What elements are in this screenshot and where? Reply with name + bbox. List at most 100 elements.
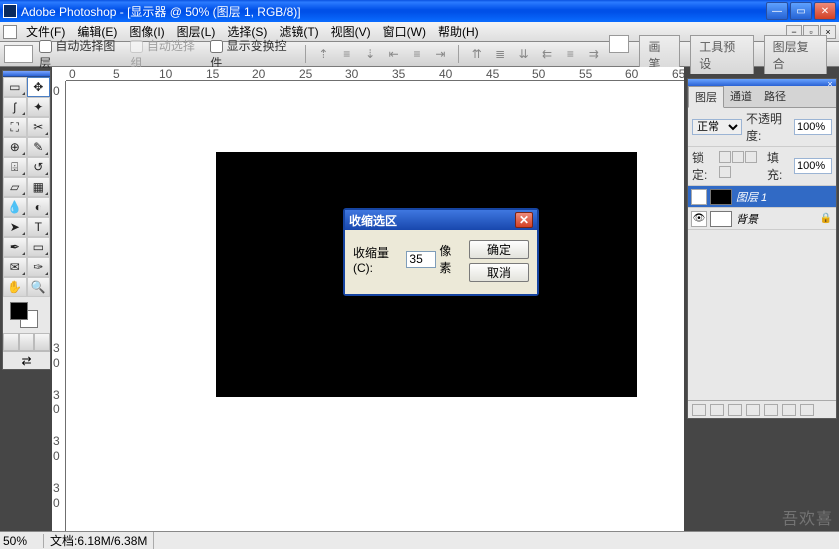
align-top-icon[interactable]: ⇡ [315, 45, 332, 63]
hand-tool[interactable]: ✋ [3, 277, 27, 297]
menu-window[interactable]: 窗口(W) [377, 23, 432, 40]
visibility-icon[interactable]: 👁 [691, 211, 707, 227]
fill-label: 填充: [767, 149, 790, 183]
pen-tool[interactable]: ✒ [3, 237, 27, 257]
status-bar: 50% 文档:6.18M/6.38M [0, 531, 839, 549]
align-bottom-icon[interactable]: ⇣ [362, 45, 379, 63]
heal-tool[interactable]: ⊕ [3, 137, 27, 157]
eyedropper-tool[interactable]: ✑ [27, 257, 51, 277]
app-icon [3, 4, 17, 18]
lock-icons[interactable] [719, 151, 763, 181]
fill-input[interactable] [794, 158, 832, 174]
move-tool[interactable]: ✥ [27, 77, 51, 97]
unit-label: 像素 [439, 242, 461, 276]
dodge-tool[interactable]: ◐ [27, 197, 51, 217]
fullscreen-menu-mode-icon[interactable] [19, 333, 35, 351]
slice-tool[interactable]: ✂ [27, 117, 51, 137]
menu-help[interactable]: 帮助(H) [432, 23, 485, 40]
zoom-value[interactable]: 50% [0, 534, 44, 548]
eraser-tool[interactable]: ▱ [3, 177, 27, 197]
link-icon[interactable] [692, 404, 706, 416]
folder-icon[interactable] [764, 404, 778, 416]
blur-tool[interactable]: 💧 [3, 197, 27, 217]
distribute-left-icon[interactable]: ⇇ [538, 45, 555, 63]
maximize-button[interactable]: ▭ [790, 2, 812, 20]
color-swatches[interactable] [6, 300, 47, 330]
menu-view[interactable]: 视图(V) [325, 23, 377, 40]
brush-tool[interactable]: ✎ [27, 137, 51, 157]
palette-well-icon[interactable] [609, 35, 630, 53]
blend-mode-select[interactable]: 正常 [692, 119, 742, 135]
auto-select-layer-check[interactable]: 自动选择图层 [39, 37, 124, 71]
dialog-titlebar[interactable]: 收缩选区 ✕ [345, 210, 537, 230]
layer-thumb [710, 189, 732, 205]
new-layer-icon[interactable] [782, 404, 796, 416]
layer-name: 图层 1 [736, 189, 767, 205]
visibility-icon[interactable]: 👁 [691, 189, 707, 205]
type-tool[interactable]: T [27, 217, 51, 237]
align-right-icon[interactable]: ⇥ [432, 45, 449, 63]
distribute-top-icon[interactable]: ⇈ [468, 45, 485, 63]
mask-icon[interactable] [728, 404, 742, 416]
distribute-vcenter-icon[interactable]: ≣ [492, 45, 509, 63]
panel-footer [688, 400, 836, 418]
tab-channels[interactable]: 通道 [724, 86, 758, 107]
window-titlebar: Adobe Photoshop - [显示器 @ 50% (图层 1, RGB/… [0, 0, 839, 22]
ruler-vertical: 0 3 0 3 0 3 0 3 0 [52, 81, 66, 531]
wand-tool[interactable]: ✦ [27, 97, 51, 117]
notes-tool[interactable]: ✉ [3, 257, 27, 277]
panel-grip[interactable]: × [688, 79, 836, 86]
fx-icon[interactable] [710, 404, 724, 416]
tab-paths[interactable]: 路径 [758, 86, 792, 107]
zoom-tool[interactable]: 🔍 [27, 277, 51, 297]
tab-layers[interactable]: 图层 [688, 86, 724, 108]
foreground-color[interactable] [10, 302, 28, 320]
cancel-button[interactable]: 取消 [469, 263, 529, 282]
history-brush-tool[interactable]: ↺ [27, 157, 51, 177]
file-info[interactable]: 文档:6.18M/6.38M [44, 532, 154, 549]
show-transform-check[interactable]: 显示变换控件 [210, 37, 295, 71]
standard-mode-icon[interactable] [3, 333, 19, 351]
shape-tool[interactable]: ▭ [27, 237, 51, 257]
layer-name: 背景 [736, 211, 758, 227]
separator [458, 45, 459, 63]
tab-layer-comps[interactable]: 图层复合 [764, 35, 827, 74]
ps-icon [3, 25, 17, 39]
adj-icon[interactable] [746, 404, 760, 416]
align-left-icon[interactable]: ⇤ [385, 45, 402, 63]
panel-close-icon[interactable]: × [824, 79, 836, 86]
ruler-horizontal: 0 5 10 15 20 25 30 35 40 45 50 55 60 65 [66, 67, 684, 81]
lasso-tool[interactable]: ʃ [3, 97, 27, 117]
toolbox: ▭ ✥ ʃ ✦ ⛶ ✂ ⊕ ✎ ⌹ ↺ ▱ ▦ 💧 ◐ ➤ T ✒ ▭ ✉ ✑ … [2, 70, 51, 370]
fullscreen-mode-icon[interactable] [34, 333, 50, 351]
amount-label: 收缩量(C): [353, 244, 403, 275]
crop-tool[interactable]: ⛶ [3, 117, 27, 137]
distribute-bottom-icon[interactable]: ⇊ [515, 45, 532, 63]
current-tool-icon[interactable] [4, 45, 33, 63]
trash-icon[interactable] [800, 404, 814, 416]
separator [305, 45, 306, 63]
ok-button[interactable]: 确定 [469, 240, 529, 259]
distribute-right-icon[interactable]: ⇉ [585, 45, 602, 63]
opacity-input[interactable] [794, 119, 832, 135]
dialog-close-button[interactable]: ✕ [515, 212, 533, 228]
lock-label: 锁定: [692, 149, 715, 183]
canvas-area[interactable] [66, 81, 684, 531]
align-hcenter-icon[interactable]: ≡ [408, 45, 425, 63]
close-button[interactable]: ✕ [814, 2, 836, 20]
minimize-button[interactable]: — [766, 2, 788, 20]
opacity-label: 不透明度: [746, 110, 790, 144]
align-vcenter-icon[interactable]: ≡ [338, 45, 355, 63]
lock-icon: 🔒 [820, 213, 832, 224]
marquee-tool[interactable]: ▭ [3, 77, 27, 97]
distribute-hcenter-icon[interactable]: ≡ [562, 45, 579, 63]
tab-tool-presets[interactable]: 工具预设 [690, 35, 753, 74]
imageready-icon[interactable]: ⇄ [3, 351, 50, 369]
layer-row[interactable]: 👁 背景 🔒 [688, 208, 836, 230]
options-bar: 自动选择图层 自动选择组 显示变换控件 ⇡ ≡ ⇣ ⇤ ≡ ⇥ ⇈ ≣ ⇊ ⇇ … [0, 42, 839, 67]
amount-input[interactable] [406, 251, 436, 268]
layer-row[interactable]: 👁 图层 1 [688, 186, 836, 208]
path-tool[interactable]: ➤ [3, 217, 27, 237]
stamp-tool[interactable]: ⌹ [3, 157, 27, 177]
gradient-tool[interactable]: ▦ [27, 177, 51, 197]
